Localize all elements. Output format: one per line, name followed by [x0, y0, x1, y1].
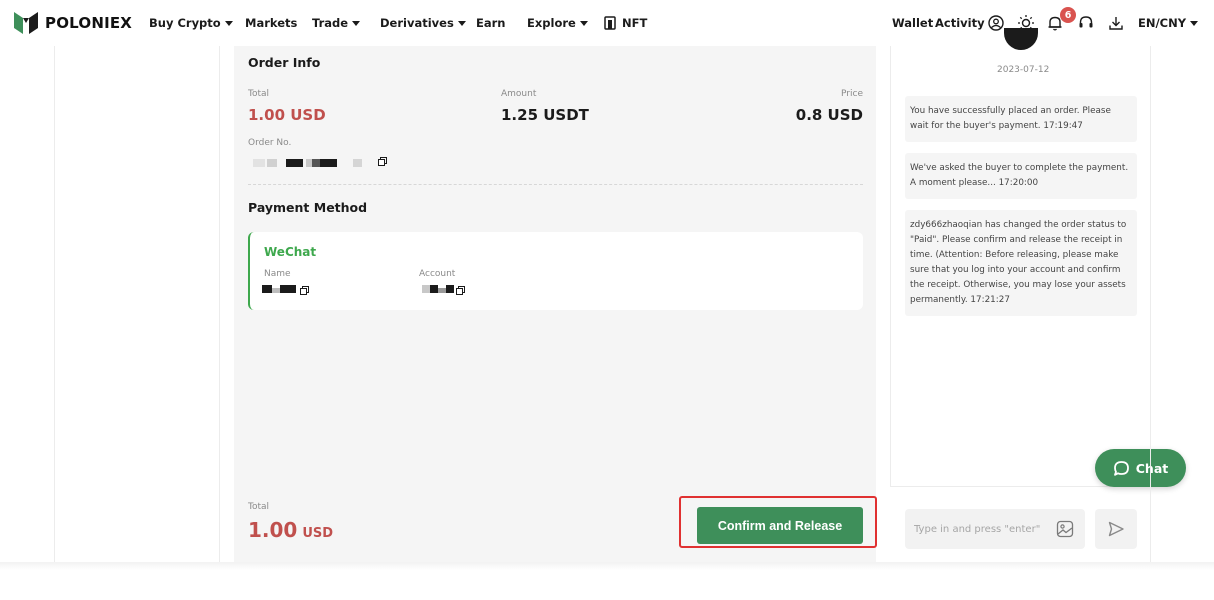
nav-wallet-label: Wallet [892, 16, 934, 30]
send-button[interactable] [1095, 509, 1137, 549]
chat-message: zdy666zhaoqian has changed the order sta… [905, 210, 1137, 316]
nav-derivatives-label: Derivatives [380, 16, 454, 30]
order-no-label: Order No. [248, 138, 292, 148]
image-upload-icon[interactable] [1056, 520, 1074, 538]
nav-derivatives[interactable]: Derivatives [380, 16, 466, 30]
brand-name: POLONIEX [45, 14, 133, 32]
language-label: EN/CNY [1138, 16, 1187, 30]
nav-buy-crypto[interactable]: Buy Crypto [149, 16, 233, 30]
order-info-title: Order Info [248, 55, 321, 70]
notification-badge: 6 [1060, 7, 1076, 23]
amount-value: 1.25 USDT [501, 106, 589, 124]
price-value: 0.8 USD [795, 106, 863, 124]
copy-icon[interactable] [456, 286, 465, 295]
nav-trade-label: Trade [312, 16, 349, 30]
price-label: Price [841, 89, 863, 99]
payee-account-label: Account [419, 269, 456, 279]
floating-chat-button[interactable]: Chat [1095, 449, 1186, 487]
chevron-down-icon [579, 20, 588, 26]
download-icon[interactable] [1107, 14, 1125, 32]
send-icon [1108, 521, 1124, 537]
poloniex-logo[interactable]: POLONIEX [14, 12, 132, 34]
poloniex-logo-icon [14, 12, 38, 34]
nav-trade[interactable]: Trade [312, 16, 361, 30]
column-divider [1150, 46, 1151, 566]
language-selector[interactable]: EN/CNY [1138, 16, 1199, 30]
nav-activity-label: Activity [935, 16, 985, 30]
chevron-down-icon [457, 20, 466, 26]
chevron-down-icon [224, 20, 233, 26]
nav-nft[interactable]: NFT [604, 16, 647, 30]
nav-earn-label: Earn [476, 16, 506, 30]
copy-icon[interactable] [300, 286, 309, 295]
nav-wallet[interactable]: Wallet [892, 16, 933, 30]
copy-icon[interactable] [378, 157, 387, 166]
payment-method-title: Payment Method [248, 200, 368, 215]
payment-method-card: WeChat Name Account [248, 232, 863, 310]
payee-name-label: Name [264, 269, 291, 279]
nav-explore-label: Explore [527, 16, 576, 30]
footer-total-value: 1.00 USD [248, 518, 333, 542]
footer-total-label: Total [248, 502, 270, 512]
chat-date: 2023-07-12 [997, 65, 1050, 75]
chevron-down-icon [352, 20, 361, 26]
bottom-fade [0, 562, 1214, 570]
total-label: Total [248, 89, 270, 99]
confirm-and-release-button[interactable]: Confirm and Release [697, 507, 863, 544]
nav-markets-label: Markets [245, 16, 298, 30]
footer-total-currency: USD [302, 526, 334, 541]
nav-buy-crypto-label: Buy Crypto [149, 16, 221, 30]
payment-method-name: WeChat [264, 245, 317, 259]
chat-message: You have successfully placed an order. P… [905, 96, 1137, 142]
user-icon[interactable] [987, 14, 1005, 32]
amount-label: Amount [501, 89, 537, 99]
section-divider [248, 184, 863, 185]
chat-bubble-icon [1113, 460, 1129, 476]
total-value: 1.00 USD [248, 106, 326, 124]
support-icon[interactable] [1077, 14, 1095, 32]
nav-nft-label: NFT [622, 16, 648, 30]
floating-chat-label: Chat [1135, 460, 1169, 476]
footer-total-amount: 1.00 [248, 518, 298, 542]
chat-message: We've asked the buyer to complete the pa… [905, 153, 1137, 199]
nav-explore[interactable]: Explore [527, 16, 588, 30]
nav-activity[interactable]: Activity [935, 16, 985, 30]
nav-earn[interactable]: Earn [476, 16, 505, 30]
nft-icon [604, 16, 616, 30]
column-divider [54, 46, 55, 566]
chevron-down-icon [1190, 20, 1199, 26]
nav-markets[interactable]: Markets [245, 16, 297, 30]
column-divider [219, 46, 220, 566]
